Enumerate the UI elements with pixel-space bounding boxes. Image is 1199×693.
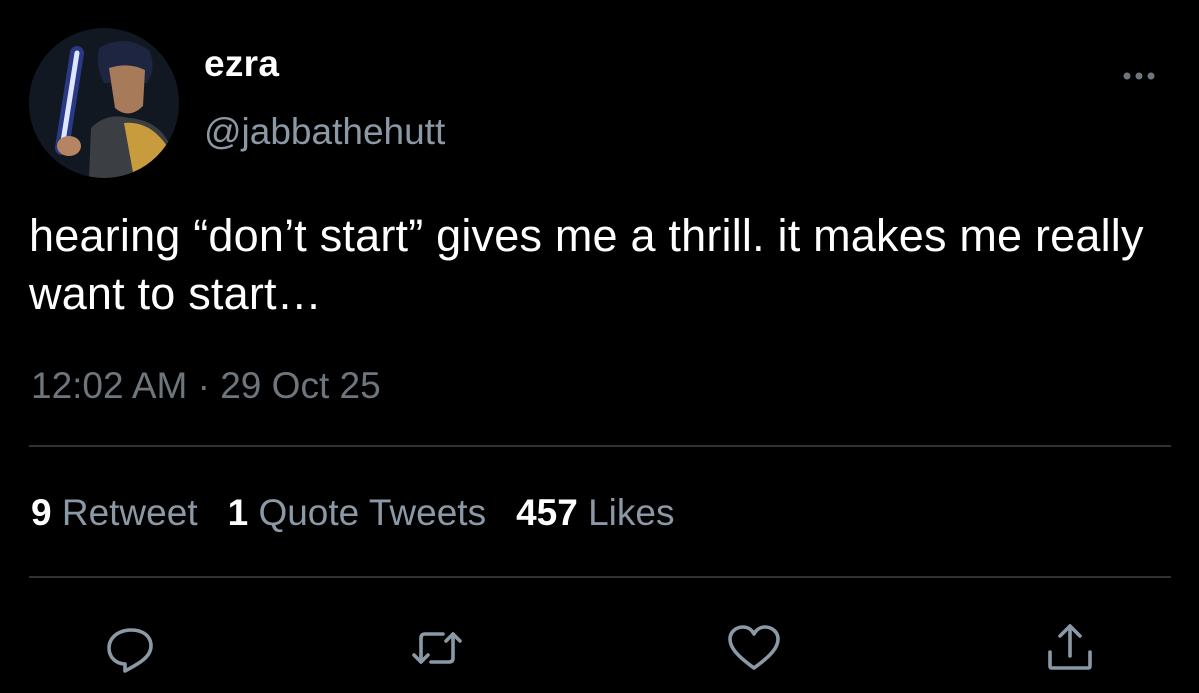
tweet-timestamp[interactable]: 12:02 AM · 29 Oct 25 — [31, 364, 381, 408]
divider — [29, 576, 1171, 578]
retweet-icon — [412, 632, 462, 664]
tweet-text: hearing “don’t start” gives me a thrill.… — [29, 210, 1144, 319]
avatar[interactable] — [29, 28, 179, 178]
share-button[interactable] — [1040, 618, 1100, 678]
quote-label: Quote Tweets — [258, 492, 487, 533]
timestamp-separator: · — [197, 365, 210, 406]
retweet-label: Retweet — [61, 492, 198, 533]
like-icon — [728, 625, 780, 670]
divider — [29, 445, 1171, 447]
likes-stat[interactable]: 457 Likes — [516, 491, 674, 535]
tweet-stats: 9 Retweet 1 Quote Tweets 457 Likes — [31, 491, 704, 535]
share-icon — [1048, 624, 1092, 670]
more-icon — [1123, 72, 1155, 80]
reply-button[interactable] — [100, 618, 160, 678]
quote-count: 1 — [227, 492, 249, 533]
like-count: 457 — [516, 492, 578, 533]
avatar-image — [29, 28, 179, 178]
user-handle[interactable]: @jabbathehutt — [204, 110, 445, 154]
quote-tweets-stat[interactable]: 1 Quote Tweets — [228, 491, 486, 535]
tweet-time: 12:02 AM — [31, 365, 188, 406]
like-button[interactable] — [724, 618, 784, 678]
reply-icon — [107, 628, 153, 673]
retweet-button[interactable] — [407, 618, 467, 678]
retweets-stat[interactable]: 9 Retweet — [31, 491, 198, 535]
display-name[interactable]: ezra — [204, 42, 279, 86]
more-options-button[interactable] — [1117, 62, 1161, 90]
retweet-count: 9 — [31, 492, 52, 533]
like-label: Likes — [588, 492, 675, 533]
tweet-date: 29 Oct 25 — [220, 365, 381, 406]
